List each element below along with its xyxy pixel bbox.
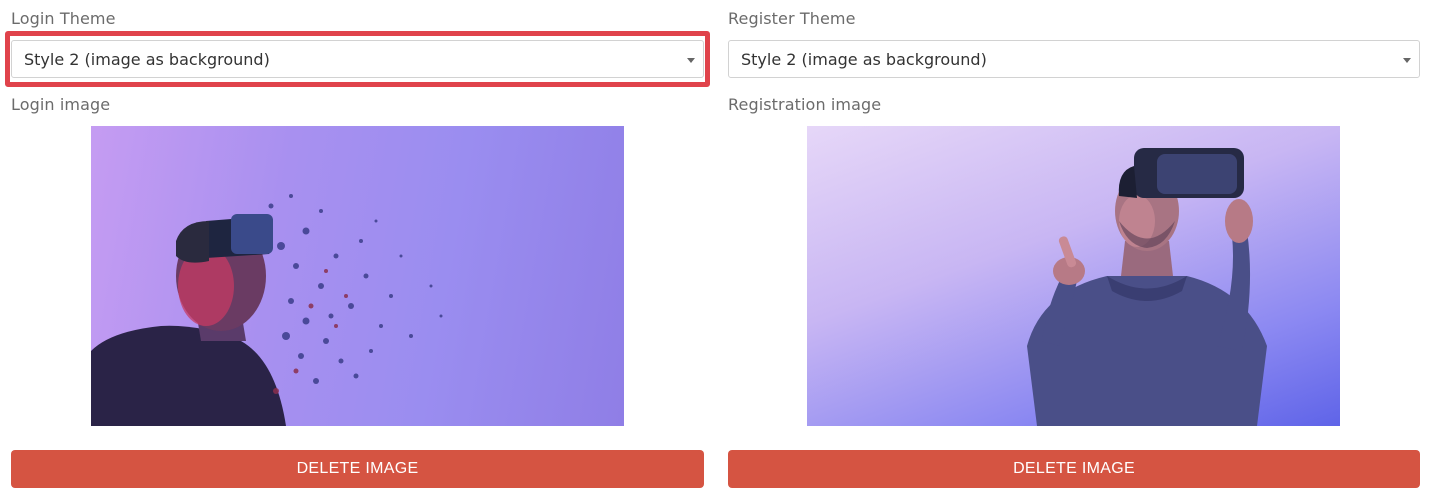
register-theme-label: Register Theme — [728, 9, 856, 28]
login-theme-section: Login Theme Style 2 (image as background… — [5, 0, 710, 495]
register-theme-select[interactable]: Style 2 (image as background) — [728, 40, 1420, 78]
register-theme-selected-value: Style 2 (image as background) — [741, 49, 987, 69]
registration-image-label: Registration image — [728, 95, 882, 114]
registration-image-preview — [807, 126, 1340, 426]
register-theme-section: Register Theme Style 2 (image as backgro… — [728, 0, 1420, 495]
login-theme-label: Login Theme — [11, 9, 116, 28]
login-image-preview — [91, 126, 624, 426]
chevron-down-icon — [687, 58, 695, 63]
delete-login-image-button[interactable]: DELETE IMAGE — [11, 450, 704, 488]
login-theme-selected-value: Style 2 (image as background) — [24, 49, 270, 69]
vr-headset-gesture-photo — [1027, 148, 1267, 426]
chevron-down-icon — [1403, 58, 1411, 63]
login-image-label: Login image — [11, 95, 111, 114]
delete-registration-image-button[interactable]: DELETE IMAGE — [728, 450, 1420, 488]
login-theme-select[interactable]: Style 2 (image as background) — [11, 40, 704, 78]
vr-headset-dispersion-photo — [91, 194, 443, 426]
